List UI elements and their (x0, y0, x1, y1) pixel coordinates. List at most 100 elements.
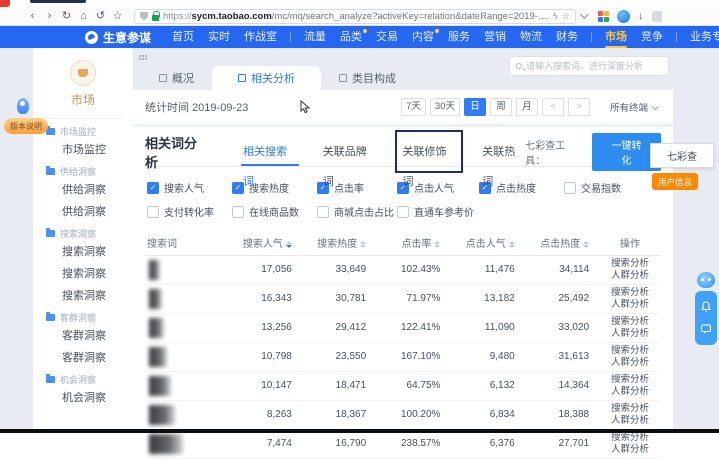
metric-checkbox[interactable]: 在线商品数 (232, 204, 317, 219)
brand[interactable]: 生意参谋 (85, 29, 151, 46)
lightning-icon[interactable]: ϟ (553, 11, 558, 21)
checkbox-icon[interactable] (317, 206, 329, 218)
search-analysis-link[interactable]: 搜索分析 (599, 374, 661, 386)
checkbox-icon[interactable] (564, 182, 576, 194)
crowd-analysis-link[interactable]: 人群分析 (599, 270, 661, 282)
search-input[interactable] (526, 61, 662, 71)
drag-handle-icon[interactable] (139, 55, 149, 62)
sidebar-item[interactable]: 供给洞察 (33, 201, 133, 223)
panel-tab[interactable]: 相关搜索词 (243, 137, 297, 166)
table-header-cell[interactable]: 点击率 (376, 230, 450, 255)
table-header-cell[interactable]: 点击人气 (450, 230, 524, 255)
nav-menu-item[interactable]: 财务 (549, 26, 585, 48)
date-range-button[interactable]: 日 (464, 98, 486, 116)
favorite-star-icon[interactable]: ☆ (562, 11, 570, 22)
nav-menu-item[interactable]: 首页 (165, 26, 201, 48)
nav-menu-item[interactable]: 物流 (513, 26, 549, 48)
toolbar-extra-icon[interactable] (652, 11, 662, 22)
sidebar-item[interactable]: 搜索洞察 (33, 263, 133, 285)
crowd-analysis-link[interactable]: 人群分析 (599, 299, 661, 311)
metric-checkbox[interactable]: 直通车参考价 (397, 204, 479, 219)
date-range-button[interactable]: 30天 (430, 98, 460, 116)
nav-menu-item[interactable]: 服务 (441, 26, 477, 48)
next-period-button[interactable]: > (568, 98, 590, 116)
sidebar-item[interactable]: 市场监控 (33, 139, 133, 161)
address-bar[interactable]: https://sycm.taobao.com/mc/mq/search_ana… (134, 9, 576, 24)
version-note-ribbon[interactable]: 版本说明 (4, 118, 48, 134)
crowd-analysis-link[interactable]: 人群分析 (599, 328, 661, 340)
nav-menu-item[interactable]: 交易 (369, 26, 405, 48)
sidebar-item[interactable]: 搜索洞察 (33, 285, 133, 307)
user-info-button[interactable]: 用户信息 (652, 173, 698, 190)
bell-icon[interactable] (700, 301, 712, 313)
search-analysis-link[interactable]: 搜索分析 (599, 287, 661, 299)
sidebar-item[interactable]: 机会洞察 (33, 387, 133, 409)
sidebar-item[interactable]: 供给洞察 (33, 179, 133, 201)
checkbox-icon[interactable] (397, 206, 409, 218)
search-analysis-link[interactable]: 搜索分析 (599, 258, 661, 270)
sidebar-item[interactable]: 客群洞察 (33, 347, 133, 369)
date-range-button[interactable]: 7天 (401, 98, 426, 116)
back-icon[interactable]: ‹ (24, 8, 41, 25)
nav-menu-item[interactable]: 作战室 (237, 26, 284, 48)
sidebar-item[interactable]: 搜索洞察 (33, 241, 133, 263)
search-analysis-link[interactable]: 搜索分析 (599, 345, 661, 357)
panel-tab[interactable]: 关联热词 (482, 137, 525, 166)
metric-checkbox[interactable]: 交易指数 (564, 180, 659, 195)
history-icon[interactable]: ↺ (92, 8, 109, 25)
sort-icon[interactable] (286, 241, 292, 248)
nav-menu-item[interactable]: 营销 (477, 26, 513, 48)
crowd-analysis-link[interactable]: 人群分析 (599, 415, 661, 427)
apps-grid-icon[interactable] (598, 11, 609, 22)
crowd-analysis-link[interactable]: 人群分析 (599, 444, 661, 456)
sort-icon[interactable] (360, 241, 366, 248)
panel-tab[interactable]: 关联品牌词 (323, 137, 377, 166)
search-analysis-link[interactable]: 搜索分析 (599, 316, 661, 328)
table-header-cell[interactable]: 搜索热度 (302, 230, 376, 255)
checkbox-icon[interactable] (147, 182, 159, 194)
nav-menu-item[interactable]: 市场 (598, 26, 634, 48)
url-text[interactable]: https://sycm.taobao.com/mc/mq/search_ana… (163, 11, 549, 22)
nav-menu-item[interactable]: 品类 (333, 26, 369, 48)
crowd-analysis-link[interactable]: 人群分析 (599, 357, 661, 369)
checkbox-icon[interactable] (232, 206, 244, 218)
nav-menu-item[interactable]: 内容 (405, 26, 441, 48)
support-mascot-icon[interactable] (696, 272, 716, 290)
metric-checkbox[interactable]: 商城点击占比 (317, 204, 397, 219)
browser-logo-icon[interactable] (617, 10, 630, 23)
qicaicha-button[interactable]: 七彩查 (650, 143, 714, 168)
table-header-cell[interactable]: 点击热度 (525, 230, 599, 255)
search-analysis-link[interactable]: 搜索分析 (599, 432, 661, 444)
checkbox-icon[interactable] (147, 206, 159, 218)
crowd-analysis-link[interactable]: 人群分析 (599, 386, 661, 398)
forward-icon[interactable]: › (41, 8, 58, 25)
search-analysis-link[interactable]: 搜索分析 (599, 403, 661, 415)
sort-icon[interactable] (434, 241, 440, 248)
refresh-icon[interactable]: ↻ (58, 8, 75, 25)
terminal-dropdown[interactable]: 所有终端 (610, 100, 657, 114)
prev-period-button[interactable]: < (542, 98, 564, 116)
table-header-cell[interactable]: 搜索词 (145, 230, 228, 255)
workspace-tab[interactable]: 类目构成 (321, 66, 414, 90)
workspace-tab[interactable]: 概况 (141, 66, 212, 90)
bookmark-star-icon[interactable]: ☆ (109, 8, 126, 25)
nav-menu-item[interactable]: 竞争 (634, 26, 670, 48)
table-header-cell[interactable]: 搜索人气 (228, 230, 302, 255)
chat-icon[interactable] (700, 323, 712, 335)
sort-icon[interactable] (583, 241, 589, 248)
keyword-search-box[interactable] (509, 56, 669, 76)
workspace-tab[interactable]: 相关分析 (212, 66, 321, 90)
panel-tab[interactable]: 关联修饰词 (402, 137, 456, 166)
metric-checkbox[interactable]: 支付转化率 (147, 204, 232, 219)
sidebar-item[interactable]: 客群洞察 (33, 325, 133, 347)
nav-menu-item[interactable]: 流量 (297, 26, 333, 48)
metric-checkbox[interactable]: 搜索人气 (147, 180, 232, 195)
download-icon[interactable]: ↓ (638, 10, 644, 22)
sort-icon[interactable] (509, 241, 515, 248)
nav-menu-item[interactable]: 业务专区 (683, 26, 719, 48)
nav-menu-item[interactable]: 实时 (201, 26, 237, 48)
table-header-cell[interactable]: 操作 (599, 230, 661, 255)
date-range-button[interactable]: 周 (490, 98, 512, 116)
rocket-mascot-icon[interactable] (17, 98, 29, 114)
url-dropdown-icon[interactable] (580, 10, 588, 18)
